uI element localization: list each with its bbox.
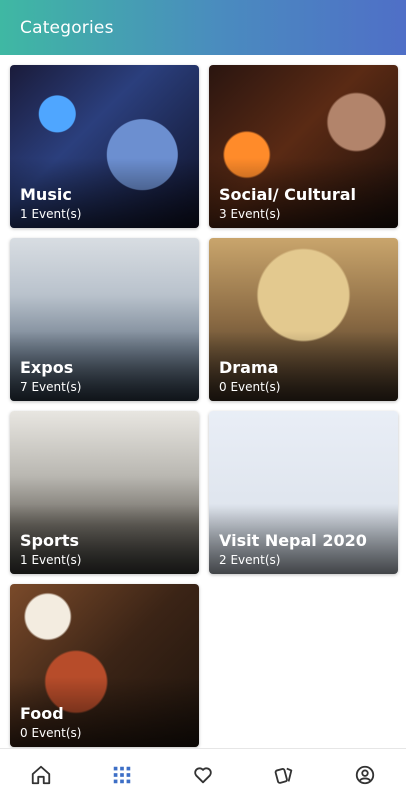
category-grid: Music 1 Event(s) Social/ Cultural 3 Even… — [10, 65, 398, 747]
category-count: 0 Event(s) — [219, 380, 281, 394]
tickets-icon — [274, 767, 293, 784]
category-card-sports[interactable]: Sports 1 Event(s) — [10, 411, 199, 574]
category-name: Social/ Cultural — [219, 185, 357, 204]
profile-icon — [356, 765, 375, 785]
home-icon — [31, 765, 50, 785]
category-name: Drama — [219, 358, 279, 377]
heart-icon — [194, 767, 212, 784]
nav-tickets-button[interactable] — [260, 751, 308, 799]
category-count: 1 Event(s) — [20, 207, 82, 221]
category-card-music[interactable]: Music 1 Event(s) — [10, 65, 199, 228]
category-count: 1 Event(s) — [20, 553, 82, 567]
category-card-visit-nepal-2020[interactable]: Visit Nepal 2020 2 Event(s) — [209, 411, 398, 574]
category-card-social-cultural[interactable]: Social/ Cultural 3 Event(s) — [209, 65, 398, 228]
nav-favorites-button[interactable] — [179, 751, 227, 799]
nav-categories-button[interactable] — [98, 751, 146, 799]
category-card-food[interactable]: Food 0 Event(s) — [10, 584, 199, 747]
category-count: 7 Event(s) — [20, 380, 82, 394]
category-count: 3 Event(s) — [219, 207, 281, 221]
category-card-expos[interactable]: Expos 7 Event(s) — [10, 238, 199, 401]
category-name: Sports — [20, 531, 80, 550]
category-card-drama[interactable]: Drama 0 Event(s) — [209, 238, 398, 401]
nav-home-button[interactable] — [17, 751, 65, 799]
category-count: 0 Event(s) — [20, 726, 82, 740]
nav-profile-button[interactable] — [341, 751, 389, 799]
category-count: 2 Event(s) — [219, 553, 281, 567]
app-bar: Categories — [0, 0, 406, 55]
category-name: Food — [20, 704, 64, 723]
bottom-nav — [0, 748, 406, 801]
category-name: Music — [20, 185, 72, 204]
grid-icon — [113, 766, 131, 784]
category-name: Expos — [20, 358, 74, 377]
category-name: Visit Nepal 2020 — [219, 531, 367, 550]
page-title: Categories — [20, 17, 114, 38]
